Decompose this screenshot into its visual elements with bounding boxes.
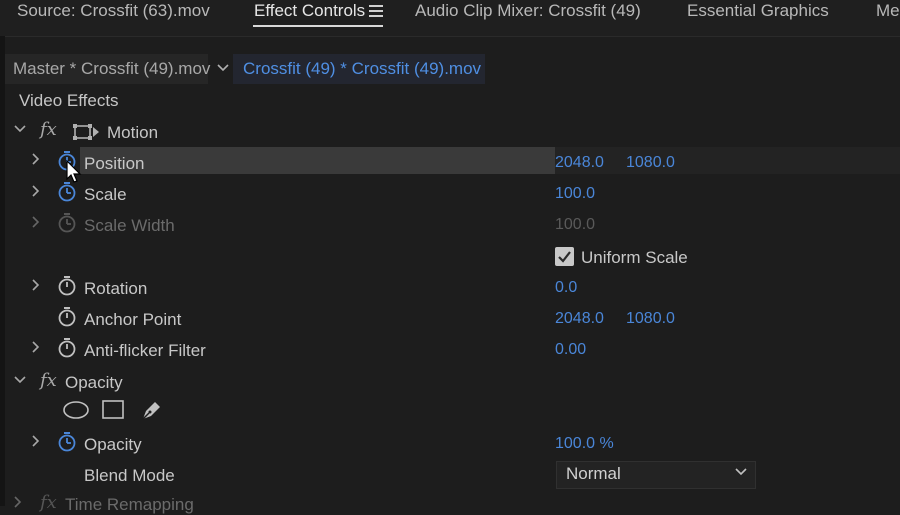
motion-label: Motion (107, 123, 159, 142)
scale-width-label: Scale Width (84, 216, 175, 235)
motion-collapse-chevron-icon[interactable] (14, 121, 26, 138)
blend-mode-chevron-icon[interactable] (734, 465, 748, 483)
anchor-point-x-value[interactable]: 2048.0 (555, 310, 604, 328)
scale-value[interactable]: 100.0 (555, 185, 595, 203)
tab-source[interactable]: Source: Crossfit (63).mov (17, 1, 210, 21)
pen-mask-icon[interactable] (140, 398, 164, 427)
tab-overflow[interactable]: Me (876, 1, 900, 21)
uniform-scale-label: Uniform Scale (581, 248, 688, 267)
scale-width-stopwatch-icon (57, 212, 77, 239)
rotation-expand-chevron-icon[interactable] (32, 278, 40, 295)
time-remapping-expand-chevron-icon[interactable] (14, 495, 22, 512)
rotation-label: Rotation (84, 279, 148, 298)
rotation-stopwatch-icon[interactable] (57, 275, 77, 302)
position-row-track (555, 147, 900, 174)
opacity-value[interactable]: 100.0 % (555, 435, 614, 453)
mouse-cursor-icon (66, 159, 82, 189)
anchor-point-y-value[interactable]: 1080.0 (626, 310, 675, 328)
anchor-point-label: Anchor Point (84, 310, 182, 329)
scale-width-expand-chevron-icon[interactable] (32, 215, 40, 232)
ellipse-mask-icon[interactable] (62, 399, 90, 426)
position-x-value[interactable]: 2048.0 (555, 154, 604, 172)
anti-flicker-value[interactable]: 0.00 (555, 341, 586, 359)
position-expand-chevron-icon[interactable] (32, 152, 40, 169)
blend-mode-label: Blend Mode (84, 466, 175, 485)
position-y-value[interactable]: 1080.0 (626, 154, 675, 172)
anti-flicker-label: Anti-flicker Filter (84, 341, 206, 360)
scale-width-value: 100.0 (555, 216, 596, 233)
tab-effect-controls[interactable]: Effect Controls (254, 1, 365, 21)
rectangle-mask-icon[interactable] (101, 399, 125, 426)
opacity-label: Opacity (84, 435, 142, 454)
opacity-stopwatch-icon[interactable] (57, 431, 77, 458)
opacity-expand-chevron-icon[interactable] (32, 434, 40, 451)
master-clip-label: Master * Crossfit (49).mov (13, 59, 211, 78)
clip-dropdown-chevron-icon[interactable] (217, 60, 229, 76)
blend-mode-value: Normal (566, 464, 621, 483)
opacity-collapse-chevron-icon[interactable] (14, 372, 26, 389)
panel-menu-icon[interactable] (369, 3, 383, 17)
active-clip-label: Crossfit (49) * Crossfit (49).mov (243, 59, 482, 78)
position-label: Position (84, 154, 145, 173)
motion-transform-icon[interactable] (72, 123, 100, 146)
scale-expand-chevron-icon[interactable] (32, 184, 40, 201)
video-effects-header: Video Effects (19, 91, 119, 110)
rotation-value[interactable]: 0.0 (555, 279, 577, 297)
scale-label: Scale (84, 185, 127, 204)
uniform-scale-checkbox[interactable] (555, 247, 574, 266)
anti-flicker-expand-chevron-icon[interactable] (32, 340, 40, 357)
motion-fx-toggle-icon[interactable]: fx (40, 119, 57, 140)
anti-flicker-stopwatch-icon[interactable] (57, 337, 77, 364)
tab-audio-clip-mixer[interactable]: Audio Clip Mixer: Crossfit (49) (415, 1, 641, 21)
panel-left-border (0, 36, 5, 506)
time-remapping-label: Time Remapping (65, 495, 194, 514)
time-remapping-fx-icon[interactable]: fx (40, 492, 57, 513)
position-row-highlight (80, 147, 555, 174)
anchor-point-stopwatch-icon[interactable] (57, 306, 77, 333)
opacity-fx-toggle-icon[interactable]: fx (40, 370, 57, 391)
opacity-section-label: Opacity (65, 373, 123, 392)
active-tab-indicator (253, 25, 383, 27)
tab-essential-graphics[interactable]: Essential Graphics (687, 1, 829, 21)
